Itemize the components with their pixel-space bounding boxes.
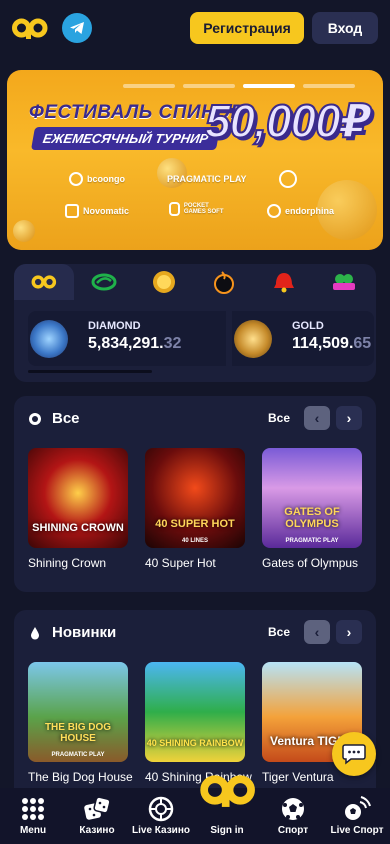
nav-label: Спорт bbox=[277, 825, 309, 836]
jackpot-diamond-value: 5,834,291.32 bbox=[88, 335, 182, 352]
game-thumbnail[interactable]: 40 SUPER HOT 40 LINES bbox=[145, 448, 245, 548]
nav-label: Казино bbox=[79, 825, 115, 836]
jackpot-tab-pragmatic[interactable] bbox=[194, 264, 254, 300]
chip-icon bbox=[29, 413, 41, 425]
drop-icon bbox=[31, 627, 39, 640]
jackpot-gold-value: 114,509.65 bbox=[292, 335, 372, 352]
banner-dot[interactable] bbox=[183, 84, 235, 88]
game-thumbnail[interactable]: GATES OF OLYMPUS PRAGMATIC PLAY bbox=[262, 448, 362, 548]
section-title: Все bbox=[52, 410, 80, 427]
banner-amount: 50,000₽ bbox=[204, 94, 373, 148]
telegram-icon[interactable] bbox=[62, 13, 92, 43]
jackpot-gold-name: GOLD bbox=[292, 320, 324, 332]
banner-dot[interactable] bbox=[303, 84, 355, 88]
page: { "header": { "logo": "go-logo", "telegr… bbox=[0, 0, 390, 844]
nav-live-sport[interactable]: Live Спорт bbox=[325, 788, 389, 844]
jackpot-values: DIAMOND 5,834,291.32 GOLD 114,509.65 bbox=[28, 311, 374, 366]
game-thumbnail-title: 40 SUPER HOT bbox=[155, 518, 235, 530]
jackpot-diamond-name: DIAMOND bbox=[88, 320, 141, 332]
gold-icon bbox=[234, 319, 272, 358]
game-thumbnail-title: GATES OF OLYMPUS bbox=[284, 506, 340, 530]
jackpot-tab-go[interactable] bbox=[14, 264, 74, 300]
register-button[interactable]: Регистрация bbox=[190, 12, 304, 44]
see-all-link[interactable]: Все bbox=[268, 411, 290, 425]
diamond-icon bbox=[30, 319, 68, 358]
game-card[interactable]: GATES OF OLYMPUS PRAGMATIC PLAY Gates of… bbox=[262, 448, 362, 571]
prev-button[interactable]: ‹ bbox=[304, 406, 330, 430]
jackpot-gold: GOLD 114,509.65 bbox=[226, 311, 374, 366]
nav-label: Live Спорт bbox=[330, 825, 384, 836]
section-all-games: Все Все ‹ › SHINING CROWN Shining Crown … bbox=[14, 396, 376, 592]
game-thumbnail[interactable]: SHINING CROWN bbox=[28, 448, 128, 548]
prev-button[interactable]: ‹ bbox=[304, 620, 330, 644]
bottom-nav: Menu Казино Live Казино Sign in Спорт Li… bbox=[0, 788, 390, 844]
game-name[interactable]: 40 Super Hot bbox=[145, 556, 245, 571]
section-header: Новинки Все ‹ › bbox=[14, 610, 376, 656]
provider-novomatic: Novomatic bbox=[65, 204, 129, 218]
banner-pagination bbox=[123, 84, 355, 88]
next-button[interactable]: › bbox=[336, 406, 362, 430]
jackpot-tab-endorphina[interactable] bbox=[74, 264, 134, 300]
game-card[interactable]: SHINING CROWN Shining Crown bbox=[28, 448, 128, 571]
game-thumbnail[interactable]: THE BIG DOG HOUSE PRAGMATIC PLAY bbox=[28, 662, 128, 762]
live-signal-icon bbox=[345, 796, 371, 820]
login-button[interactable]: Вход bbox=[312, 12, 378, 44]
game-thumbnail-subtitle: PRAGMATIC PLAY bbox=[285, 538, 339, 544]
go-logo[interactable] bbox=[12, 15, 48, 41]
jackpot-tab-clover-chance[interactable] bbox=[314, 264, 374, 300]
game-card[interactable]: THE BIG DOG HOUSE PRAGMATIC PLAY The Big… bbox=[28, 662, 133, 785]
chat-icon bbox=[342, 744, 366, 765]
provider-pocket-games: POCKET GAMES SOFT bbox=[169, 202, 229, 216]
see-all-link[interactable]: Все bbox=[268, 625, 290, 639]
provider-endorphina: endorphina bbox=[267, 204, 334, 218]
nav-label: Sign in bbox=[210, 825, 244, 836]
game-thumbnail-title: SHINING CROWN bbox=[32, 522, 124, 534]
section-new-games: Новинки Все ‹ › THE BIG DOG HOUSE PRAGMA… bbox=[14, 610, 376, 800]
game-name[interactable]: Gates of Olympus bbox=[262, 556, 362, 571]
menu-grid-icon bbox=[22, 798, 44, 820]
provider-pragmatic: PRAGMATIC PLAY bbox=[167, 174, 247, 184]
banner-subtitle: ЕЖЕМЕСЯЧНЫЙ ТУРНИР bbox=[30, 127, 221, 150]
nav-label: Menu bbox=[19, 825, 47, 836]
nav-menu[interactable]: Menu bbox=[1, 788, 65, 844]
game-thumbnail-subtitle: PRAGMATIC PLAY bbox=[51, 752, 105, 758]
banner-dot[interactable] bbox=[123, 84, 175, 88]
jackpot-tabs bbox=[14, 264, 376, 300]
game-card[interactable]: 40 SUPER HOT 40 LINES 40 Super Hot bbox=[145, 448, 245, 571]
game-thumbnail-subtitle: 40 LINES bbox=[181, 538, 208, 544]
game-thumbnail-title: THE BIG DOG HOUSE bbox=[44, 722, 112, 744]
roulette-icon bbox=[148, 796, 174, 822]
nav-label: Live Казино bbox=[132, 825, 190, 836]
game-name[interactable]: The Big Dog House bbox=[28, 770, 133, 785]
go-logo[interactable] bbox=[200, 770, 256, 820]
game-thumbnail-title: 40 SHINING RAINBOW bbox=[146, 738, 244, 748]
provider-bcoongo: bcoongo bbox=[69, 172, 125, 186]
nav-live-casino[interactable]: Live Казино bbox=[129, 788, 193, 844]
section-header: Все Все ‹ › bbox=[14, 396, 376, 442]
nav-casino[interactable]: Казино bbox=[65, 788, 129, 844]
game-thumbnail[interactable]: 40 SHINING RAINBOW bbox=[145, 662, 245, 762]
coin-decoration bbox=[13, 220, 35, 242]
promo-banner[interactable]: ФЕСТИВАЛЬ СПИНОВ ЕЖЕМЕСЯЧНЫЙ ТУРНИР 50,0… bbox=[7, 70, 383, 250]
game-name[interactable]: Shining Crown bbox=[28, 556, 128, 571]
soccer-ball-icon bbox=[282, 798, 304, 820]
chat-button[interactable] bbox=[332, 732, 376, 776]
jackpot-panel: DIAMOND 5,834,291.32 GOLD 114,509.65 bbox=[14, 264, 376, 382]
section-title: Новинки bbox=[52, 624, 117, 641]
dice-icon bbox=[84, 796, 111, 820]
jackpot-diamond: DIAMOND 5,834,291.32 bbox=[28, 311, 220, 366]
jackpot-scroll-indicator bbox=[28, 370, 152, 373]
provider-3oaks-icon bbox=[279, 170, 297, 188]
jackpot-tab-golden-coins[interactable] bbox=[134, 264, 194, 300]
next-button[interactable]: › bbox=[336, 620, 362, 644]
nav-sport[interactable]: Спорт bbox=[261, 788, 325, 844]
jackpot-tab-bell-link[interactable] bbox=[254, 264, 314, 300]
banner-dot-active[interactable] bbox=[243, 84, 295, 88]
game-card[interactable]: 40 SHINING RAINBOW 40 Shining Rainbow bbox=[145, 662, 252, 785]
